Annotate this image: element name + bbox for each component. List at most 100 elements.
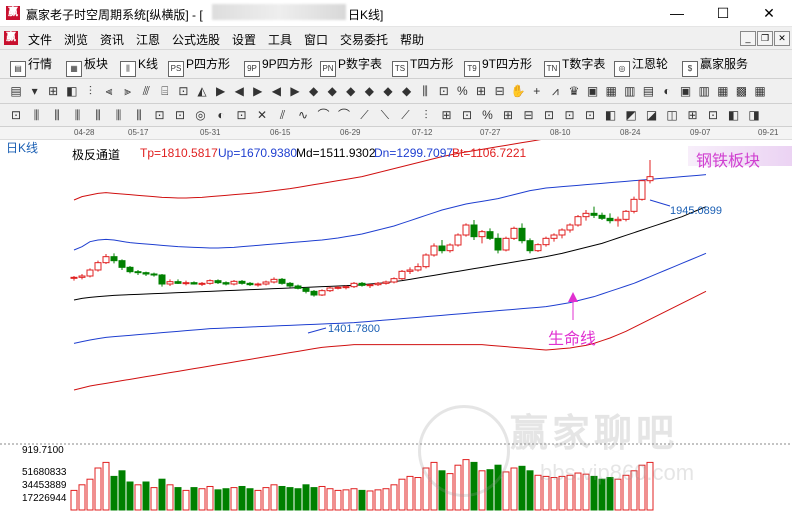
drawing-tool-icon[interactable]: ▶: [250, 83, 266, 99]
chart-tool-icon[interactable]: ⊡: [562, 107, 578, 123]
chart-tool-icon[interactable]: ⫼: [49, 107, 65, 123]
drawing-tool-icon[interactable]: ▶: [287, 83, 303, 99]
drawing-tool-icon[interactable]: ◆: [343, 83, 359, 99]
drawing-tool-icon[interactable]: ◆: [324, 83, 340, 99]
chart-tool-icon[interactable]: ∿: [295, 107, 311, 123]
chart-tool-icon[interactable]: ⊡: [541, 107, 557, 123]
menu-window[interactable]: 窗口: [304, 31, 328, 48]
drawing-tool-icon[interactable]: ◀: [268, 83, 284, 99]
chart-tool-icon[interactable]: ◧: [726, 107, 742, 123]
chart-tool-icon[interactable]: ⊡: [172, 107, 188, 123]
menu-settings[interactable]: 设置: [232, 31, 256, 48]
menu-browse[interactable]: 浏览: [64, 31, 88, 48]
chart-tool-icon[interactable]: ⌒: [336, 107, 352, 123]
maximize-button[interactable]: ☐: [700, 0, 746, 26]
menu-gann[interactable]: 江恩: [136, 31, 160, 48]
drawing-tool-icon[interactable]: ▾: [27, 83, 43, 99]
drawing-tool-icon[interactable]: ⌸: [157, 83, 173, 99]
chart-tool-icon[interactable]: ⊡: [582, 107, 598, 123]
chart-tool-icon[interactable]: ◫: [664, 107, 680, 123]
tb-9t-square-button[interactable]: T9 9T四方形: [464, 56, 532, 77]
chart-tool-icon[interactable]: ⫼: [131, 107, 147, 123]
drawing-tool-icon[interactable]: ⊞: [45, 83, 61, 99]
mdi-minimize-button[interactable]: _: [740, 31, 756, 46]
tb-p-square-button[interactable]: PS P四方形: [168, 56, 230, 77]
chart-tool-icon[interactable]: ⫼: [70, 107, 86, 123]
tb-kline-button[interactable]: ⫼ K线: [120, 56, 158, 77]
drawing-tool-icon[interactable]: ▥: [696, 83, 712, 99]
tb-p-table-button[interactable]: PN P数字表: [320, 56, 382, 77]
chart-tool-icon[interactable]: ⟋: [398, 107, 414, 123]
drawing-tool-icon[interactable]: ✋: [510, 83, 526, 99]
tb-service-button[interactable]: $ 赢家服务: [682, 56, 748, 77]
chart-tool-icon[interactable]: ⊡: [705, 107, 721, 123]
drawing-tool-icon[interactable]: ▩: [733, 83, 749, 99]
drawing-tool-icon[interactable]: ▤: [8, 83, 24, 99]
menu-formula[interactable]: 公式选股: [172, 31, 220, 48]
drawing-tool-icon[interactable]: %: [454, 83, 470, 99]
chart-tool-icon[interactable]: ⊡: [8, 107, 24, 123]
chart-tool-icon[interactable]: ⊞: [500, 107, 516, 123]
drawing-tool-icon[interactable]: ⫻: [138, 83, 154, 99]
drawing-tool-icon[interactable]: ⫶: [82, 83, 98, 99]
chart-tool-icon[interactable]: ⫼: [29, 107, 45, 123]
chart-tool-icon[interactable]: ◐: [213, 107, 229, 123]
drawing-tool-icon[interactable]: ◆: [380, 83, 396, 99]
drawing-tool-icon[interactable]: ▣: [678, 83, 694, 99]
chart-tool-icon[interactable]: %: [480, 107, 496, 123]
tb-9p-square-button[interactable]: 9P 9P四方形: [244, 56, 313, 77]
chart-tool-icon[interactable]: ⫼: [111, 107, 127, 123]
chart-tool-icon[interactable]: ◪: [644, 107, 660, 123]
chart-tool-icon[interactable]: ⌒: [316, 107, 332, 123]
drawing-tool-icon[interactable]: ▦: [752, 83, 768, 99]
drawing-tool-icon[interactable]: ⊡: [436, 83, 452, 99]
tb-gann-wheel-button[interactable]: ◎ 江恩轮: [614, 56, 668, 77]
drawing-tool-icon[interactable]: ◐: [659, 83, 675, 99]
chart-tool-icon[interactable]: ⫽: [275, 107, 291, 123]
drawing-tool-icon[interactable]: ▣: [585, 83, 601, 99]
menu-logo-icon[interactable]: 赢: [4, 31, 18, 45]
drawing-tool-icon[interactable]: ⊡: [175, 83, 191, 99]
chart-tool-icon[interactable]: ✕: [254, 107, 270, 123]
menu-file[interactable]: 文件: [28, 31, 52, 48]
menu-help[interactable]: 帮助: [400, 31, 424, 48]
menu-trade[interactable]: 交易委托: [340, 31, 388, 48]
chart-tool-icon[interactable]: ◩: [623, 107, 639, 123]
drawing-tool-icon[interactable]: ◧: [64, 83, 80, 99]
drawing-tool-icon[interactable]: ⫷: [101, 83, 117, 99]
drawing-tool-icon[interactable]: ▦: [715, 83, 731, 99]
drawing-tool-icon[interactable]: ▥: [622, 83, 638, 99]
chart-tool-icon[interactable]: ⊞: [685, 107, 701, 123]
mdi-close-button[interactable]: ✕: [774, 31, 790, 46]
chart-tool-icon[interactable]: ◎: [193, 107, 209, 123]
drawing-tool-icon[interactable]: ♛: [566, 83, 582, 99]
chart-tool-icon[interactable]: ◨: [746, 107, 762, 123]
chart-tool-icon[interactable]: ⫼: [90, 107, 106, 123]
drawing-tool-icon[interactable]: ▶: [213, 83, 229, 99]
chart-tool-icon[interactable]: ⊡: [459, 107, 475, 123]
chart-tool-icon[interactable]: ⫶: [418, 107, 434, 123]
chart-tool-icon[interactable]: ◧: [603, 107, 619, 123]
drawing-tool-icon[interactable]: ◆: [306, 83, 322, 99]
drawing-tool-icon[interactable]: ▦: [603, 83, 619, 99]
drawing-tool-icon[interactable]: ▤: [640, 83, 656, 99]
drawing-tool-icon[interactable]: +: [529, 83, 545, 99]
drawing-tool-icon[interactable]: ⫼: [417, 83, 433, 99]
tb-quotes-button[interactable]: ▤ 行情: [10, 56, 52, 77]
chart-tool-icon[interactable]: ⊟: [521, 107, 537, 123]
menu-tools[interactable]: 工具: [268, 31, 292, 48]
mdi-restore-button[interactable]: ❐: [757, 31, 773, 46]
drawing-tool-icon[interactable]: ⩘: [547, 83, 563, 99]
drawing-tool-icon[interactable]: ⫸: [120, 83, 136, 99]
drawing-tool-icon[interactable]: ⊞: [473, 83, 489, 99]
menu-info[interactable]: 资讯: [100, 31, 124, 48]
drawing-tool-icon[interactable]: ⊟: [492, 83, 508, 99]
tb-t-square-button[interactable]: TS T四方形: [392, 56, 453, 77]
drawing-tool-icon[interactable]: ◀: [231, 83, 247, 99]
minimize-button[interactable]: —: [654, 0, 700, 26]
tb-t-table-button[interactable]: TN T数字表: [544, 56, 605, 77]
drawing-tool-icon[interactable]: ◆: [399, 83, 415, 99]
drawing-tool-icon[interactable]: ◭: [194, 83, 210, 99]
chart-tool-icon[interactable]: ⟍: [377, 107, 393, 123]
chart-tool-icon[interactable]: ⊡: [152, 107, 168, 123]
